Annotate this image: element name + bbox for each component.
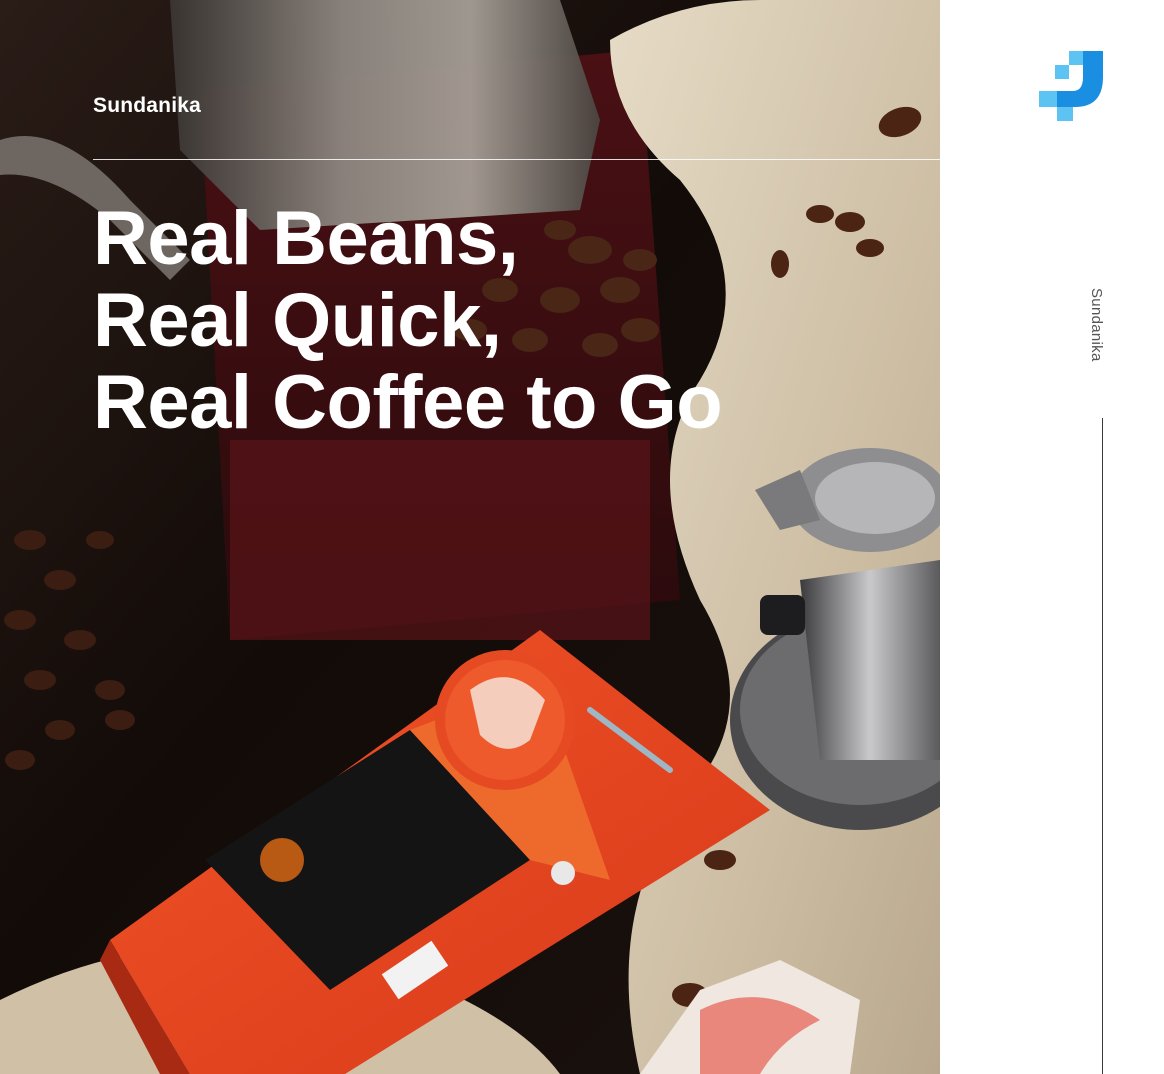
headline-line-1: Real Beans, <box>93 196 519 281</box>
sidebar-brand-label: Sundanika <box>1088 288 1105 362</box>
page-title: Real Beans, Real Quick, Real Coffee to G… <box>93 198 913 444</box>
hero-photo: Sundanika Real Beans, Real Quick, Real C… <box>0 0 940 1074</box>
header-divider <box>93 159 940 160</box>
brand-label: Sundanika <box>93 94 201 117</box>
coffee-scene-illustration <box>0 0 940 1074</box>
headline-line-3: Real Coffee to Go <box>93 360 723 445</box>
sidebar-divider <box>1102 418 1103 1074</box>
headline-line-2: Real Quick, <box>93 278 502 363</box>
brand-logo-icon <box>1039 51 1103 121</box>
sidebar <box>940 0 1164 1074</box>
